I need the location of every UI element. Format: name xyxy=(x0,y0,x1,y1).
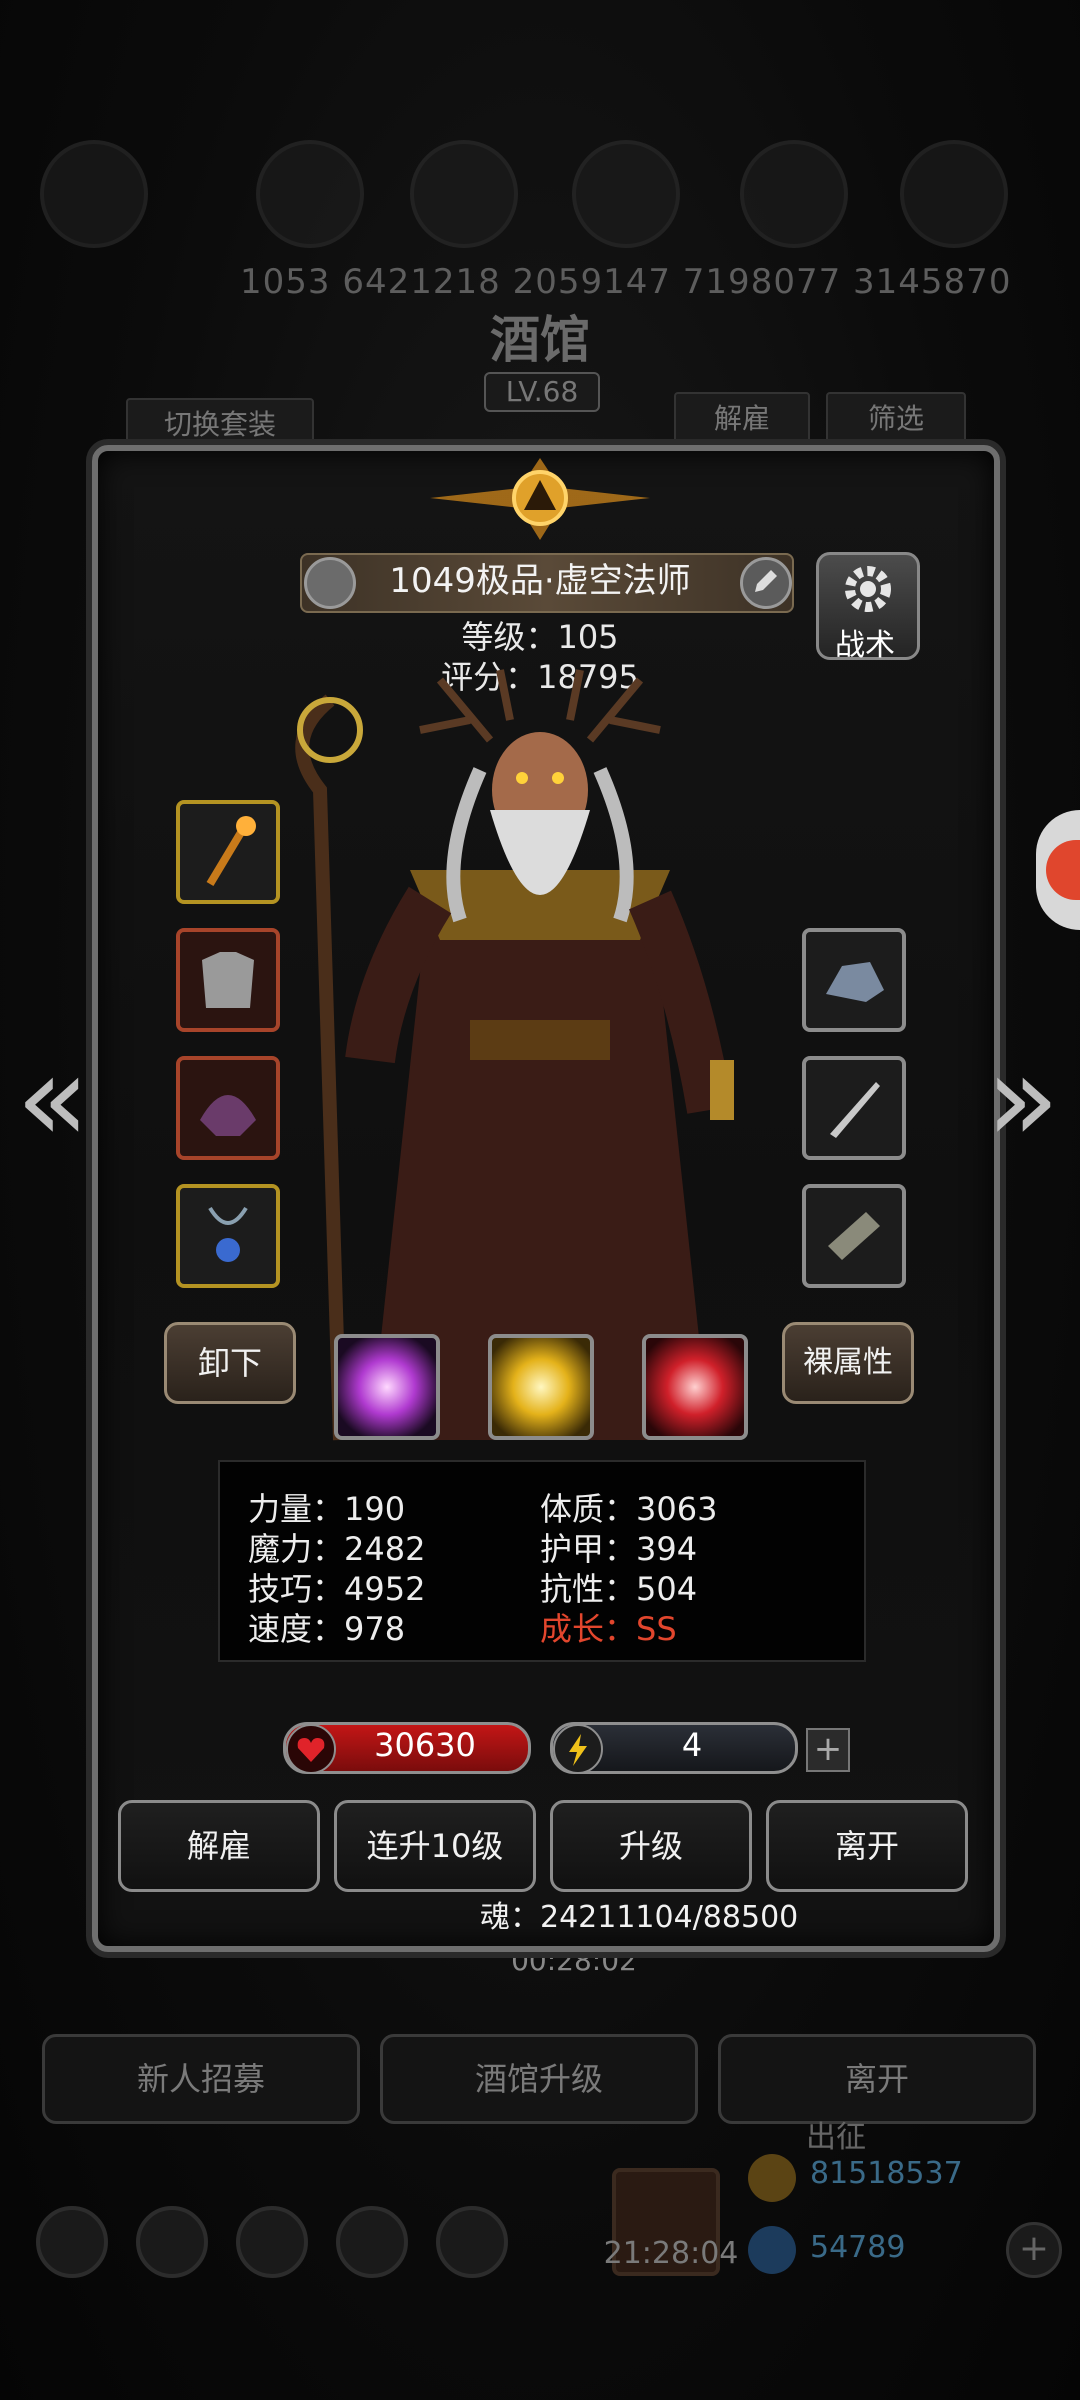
emblem-icon xyxy=(430,458,650,540)
add-energy-button[interactable]: + xyxy=(806,1728,850,1772)
attr-growth: 成长：SS xyxy=(540,1610,677,1648)
menu-round-icon[interactable] xyxy=(236,2206,308,2278)
wood-resource-icon xyxy=(256,140,364,248)
dismiss-filter-button[interactable]: 解雇 xyxy=(674,392,810,446)
gold-coin-icon xyxy=(748,2154,796,2202)
tavern-upgrade-button[interactable]: 酒馆升级 xyxy=(380,2034,698,2124)
helmet-icon xyxy=(200,1095,256,1136)
hp-value: 30630 xyxy=(374,1726,476,1764)
rank-badge-icon xyxy=(304,557,356,609)
add-gem-icon[interactable]: + xyxy=(1006,2222,1062,2278)
hero-portrait xyxy=(295,669,734,1441)
resource-numbers: 1053 6421218 2059147 7198077 3145870 xyxy=(240,262,1012,302)
gold-amount: 81518537 xyxy=(810,2156,963,2191)
switch-set-button[interactable]: 切换套装 xyxy=(126,398,314,452)
expedition-label: 出征 xyxy=(806,2120,866,2155)
menu-round-icon[interactable] xyxy=(36,2206,108,2278)
helmet-slot[interactable] xyxy=(176,1056,280,1160)
red-slash-skill-icon[interactable] xyxy=(642,1334,748,1440)
crystal-resource-icon xyxy=(740,140,848,248)
unequip-button[interactable]: 卸下 xyxy=(164,1322,296,1404)
gem-ore-icon xyxy=(826,962,884,1002)
amulet-icon xyxy=(208,1206,248,1262)
tactics-label: 战术 xyxy=(835,628,895,663)
dagger-slot[interactable] xyxy=(802,1056,906,1160)
gem-amount: 54789 xyxy=(810,2230,906,2265)
filter-button[interactable]: 筛选 xyxy=(826,392,966,446)
iron-resource-icon xyxy=(572,140,680,248)
prev-hero-arrow[interactable]: « xyxy=(16,1030,89,1169)
tree-resource-icon xyxy=(40,140,148,248)
clock: 21:28:04 xyxy=(603,2236,739,2271)
menu-round-icon[interactable] xyxy=(136,2206,208,2278)
bracer-icon xyxy=(828,1212,880,1260)
leave-dialog-button[interactable]: 离开 xyxy=(766,1800,968,1892)
menu-round-icon[interactable] xyxy=(436,2206,508,2278)
ore-resource-icon xyxy=(900,140,1008,248)
armor-slot[interactable] xyxy=(176,928,280,1032)
next-hero-arrow[interactable]: » xyxy=(986,1030,1059,1169)
edit-name-icon[interactable] xyxy=(740,557,792,609)
lightning-icon xyxy=(553,1724,603,1774)
attr-speed: 速度：978 xyxy=(248,1610,406,1648)
gear-icon xyxy=(845,566,891,612)
energy-value: 4 xyxy=(681,1726,703,1764)
staff-icon xyxy=(206,816,256,887)
menu-round-icon[interactable] xyxy=(336,2206,408,2278)
raw-attributes-button[interactable]: 裸属性 xyxy=(782,1322,914,1404)
tavern-level: LV.68 xyxy=(484,372,600,412)
level-up-button[interactable]: 升级 xyxy=(550,1800,752,1892)
amulet-slot[interactable] xyxy=(176,1184,280,1288)
dismiss-hero-button[interactable]: 解雇 xyxy=(118,1800,320,1892)
level-up-10-button[interactable]: 连升10级 xyxy=(334,1800,536,1892)
golden-burst-skill-icon[interactable] xyxy=(488,1334,594,1440)
float-ball-icon xyxy=(1046,840,1080,900)
gem-slot[interactable] xyxy=(802,928,906,1032)
hero-name: 1049极品·虚空法师 xyxy=(389,561,691,601)
dagger-icon xyxy=(830,1082,880,1138)
staff-slot[interactable] xyxy=(176,800,280,904)
leave-tavern-button[interactable]: 离开 xyxy=(718,2034,1036,2124)
armor-icon xyxy=(202,952,254,1008)
recruit-button[interactable]: 新人招募 xyxy=(42,2034,360,2124)
tavern-title: 酒馆 xyxy=(490,310,590,369)
soul-counter: 魂：24211104/88500 xyxy=(480,1900,799,1935)
gem-icon xyxy=(748,2226,796,2274)
bracer-slot[interactable] xyxy=(802,1184,906,1288)
purple-slash-skill-icon[interactable] xyxy=(334,1334,440,1440)
heart-icon xyxy=(286,1724,336,1774)
stone-resource-icon xyxy=(410,140,518,248)
